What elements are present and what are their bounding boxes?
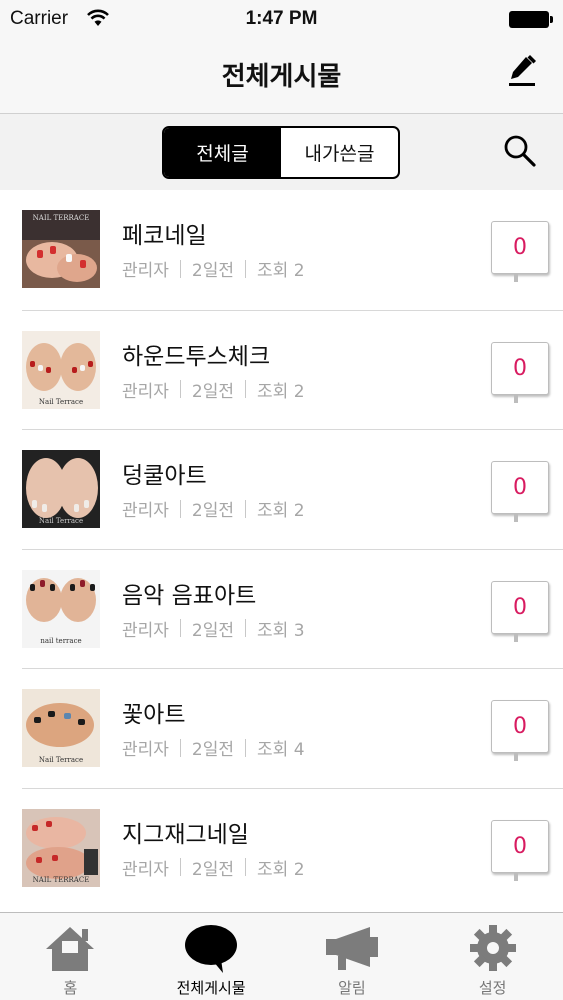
post-meta: 관리자 2일전 조회 2 <box>122 496 305 521</box>
post-author: 관리자 <box>122 859 169 880</box>
post-row[interactable]: Nail Terrace 꽃아트 관리자 2일전 조회 4 0 <box>22 668 563 788</box>
thumbnail-watermark: NAIL TERRACE <box>32 875 90 884</box>
post-views: 조회 4 <box>257 740 305 760</box>
post-views: 조회 2 <box>257 381 305 402</box>
comment-count: 0 <box>513 355 527 381</box>
post-views: 조회 3 <box>257 620 305 641</box>
post-thumbnail: Nail Terrace <box>22 450 100 528</box>
tab-all-posts[interactable]: 전체게시물 <box>141 913 282 1000</box>
tab-notifications[interactable]: 알림 <box>282 913 423 1000</box>
navigation-bar: 전체게시물 <box>0 40 563 114</box>
post-title[interactable]: 페코네일 <box>122 216 305 250</box>
thumbnail-watermark: Nail Terrace <box>38 397 84 406</box>
comment-count-badge[interactable]: 0 <box>491 221 549 282</box>
tab-label: 홈 <box>63 979 78 997</box>
post-title[interactable]: 하운드투스체크 <box>122 337 305 371</box>
post-title[interactable]: 지그재그네일 <box>122 815 305 849</box>
post-author: 관리자 <box>122 501 169 521</box>
battery-icon <box>509 11 553 28</box>
post-date: 2일전 <box>191 261 235 281</box>
segment-my-posts[interactable]: 내가쓴글 <box>281 128 398 177</box>
thumbnail-watermark: Nail Terrace <box>38 517 84 525</box>
post-views: 조회 2 <box>257 501 305 521</box>
post-date: 2일전 <box>191 381 235 402</box>
comment-count-badge[interactable]: 0 <box>491 580 549 642</box>
comment-count-badge[interactable]: 0 <box>491 700 549 761</box>
segmented-control: 전체글 내가쓴글 <box>162 126 400 179</box>
home-icon <box>46 927 95 971</box>
speech-bubble-icon <box>185 925 238 973</box>
tab-label: 전체게시물 <box>176 979 246 997</box>
post-date: 2일전 <box>191 620 235 641</box>
post-list: NAIL TERRACE 페코네일 관리자 2일전 조회 2 0 Nail Te… <box>0 190 563 912</box>
post-thumbnail: NAIL TERRACE <box>22 808 100 887</box>
filter-bar: 전체글 내가쓴글 <box>0 114 563 190</box>
post-author: 관리자 <box>122 740 169 760</box>
post-row[interactable]: Nail Terrace 하운드투스체크 관리자 2일전 조회 2 0 <box>22 309 563 430</box>
post-thumbnail: NAIL TERRACE <box>22 210 100 288</box>
thumbnail-watermark: nail terrace <box>40 636 82 645</box>
comment-count-badge[interactable]: 0 <box>491 461 549 522</box>
post-meta: 관리자 2일전 조회 2 <box>122 855 305 880</box>
post-thumbnail: Nail Terrace <box>22 330 100 409</box>
post-title[interactable]: 덩쿨아트 <box>122 456 305 490</box>
post-author: 관리자 <box>122 620 169 641</box>
post-meta: 관리자 2일전 조회 3 <box>122 616 305 641</box>
post-author: 관리자 <box>122 381 169 402</box>
post-thumbnail: Nail Terrace <box>22 689 100 767</box>
tab-label: 설정 <box>478 979 507 997</box>
page-title: 전체게시물 <box>221 62 342 92</box>
comment-count-badge[interactable]: 0 <box>491 341 549 403</box>
pencil-icon[interactable] <box>507 54 537 88</box>
status-time: 1:47 PM <box>245 8 318 29</box>
post-views: 조회 2 <box>257 261 305 281</box>
post-row[interactable]: Nail Terrace 덩쿨아트 관리자 2일전 조회 2 0 <box>22 429 563 549</box>
post-row[interactable]: NAIL TERRACE 페코네일 관리자 2일전 조회 2 0 <box>0 190 563 310</box>
post-row[interactable]: nail terrace 음악 음표아트 관리자 2일전 조회 3 0 <box>22 548 563 669</box>
comment-count: 0 <box>513 475 527 500</box>
comment-count: 0 <box>513 235 527 260</box>
comment-count-badge[interactable]: 0 <box>491 819 549 881</box>
post-views: 조회 2 <box>257 859 305 880</box>
megaphone-icon <box>325 927 378 970</box>
tab-settings[interactable]: 설정 <box>422 913 563 1000</box>
tab-home[interactable]: 홈 <box>0 913 141 1000</box>
post-date: 2일전 <box>191 859 235 880</box>
post-title[interactable]: 꽃아트 <box>122 695 305 729</box>
thumbnail-watermark: Nail Terrace <box>38 756 84 764</box>
post-author: 관리자 <box>122 261 169 281</box>
search-icon[interactable] <box>503 134 537 168</box>
post-date: 2일전 <box>191 740 235 760</box>
tab-bar: 홈 전체게시물 알림 설정 <box>0 912 563 1000</box>
post-meta: 관리자 2일전 조회 2 <box>122 377 305 402</box>
post-row[interactable]: NAIL TERRACE 지그재그네일 관리자 2일전 조회 2 0 <box>22 787 563 908</box>
status-bar: Carrier 1:47 PM <box>0 0 563 40</box>
post-thumbnail: nail terrace <box>22 569 100 648</box>
post-title[interactable]: 음악 음표아트 <box>122 576 305 610</box>
tab-label: 알림 <box>338 979 366 997</box>
comment-count: 0 <box>513 594 527 620</box>
post-meta: 관리자 2일전 조회 4 <box>122 735 305 760</box>
gear-icon <box>469 925 516 971</box>
post-date: 2일전 <box>191 501 235 521</box>
segment-all-posts[interactable]: 전체글 <box>164 128 281 177</box>
comment-count: 0 <box>513 833 527 859</box>
comment-count: 0 <box>513 714 527 739</box>
thumbnail-watermark: NAIL TERRACE <box>32 214 90 222</box>
post-meta: 관리자 2일전 조회 2 <box>122 256 305 281</box>
